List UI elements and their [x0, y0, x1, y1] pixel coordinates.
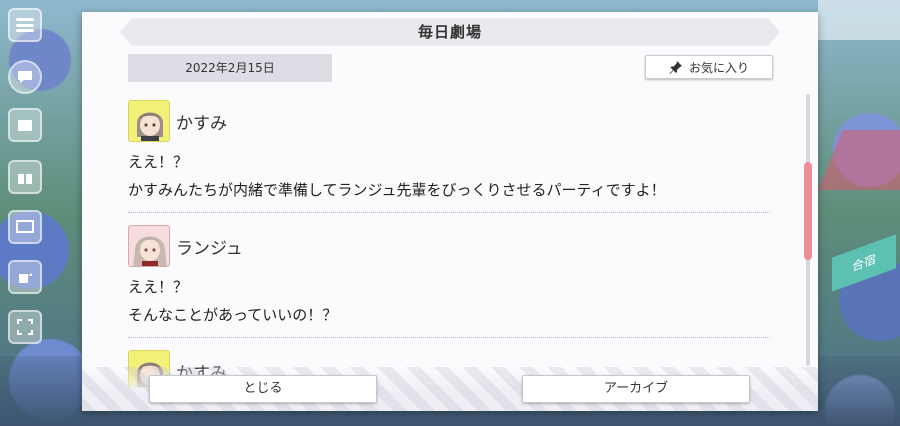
gift-icon[interactable] — [8, 160, 42, 194]
screen-icon[interactable] — [8, 210, 42, 244]
right-label[interactable]: 合宿 — [832, 234, 896, 292]
event-icon[interactable] — [8, 108, 42, 142]
close-button[interactable]: とじる — [149, 375, 377, 403]
archive-button[interactable]: アーカイブ — [522, 375, 750, 403]
dialogue-log[interactable]: かすみ ええ！？ かすみんたちが内緒で準備してランジュ先輩をびっくりさせるパーテ… — [128, 98, 770, 388]
pin-icon — [669, 61, 682, 74]
dialog-title: 毎日劇場 — [417, 23, 482, 41]
speaker-name: ランジュ — [176, 238, 243, 259]
chat-bubble-icon[interactable] — [8, 60, 42, 94]
speaker-row: かすみ — [128, 98, 770, 144]
dialogue-text: ええ！？ そんなことがあっていいの！？ — [128, 269, 770, 335]
dotted-divider — [128, 337, 770, 338]
dialogue-line: ええ！？ — [128, 278, 189, 296]
top-right-panel — [818, 0, 900, 40]
watering-can-icon[interactable] — [8, 260, 42, 294]
ranju-avatar — [128, 225, 170, 267]
kasumi-avatar — [128, 100, 170, 142]
favorite-button[interactable]: お気に入り — [645, 55, 773, 79]
scrollbar-thumb[interactable] — [804, 162, 812, 260]
date-label: 2022年2月15日 — [128, 54, 332, 82]
daily-theater-dialog: 毎日劇場 2022年2月15日 お気に入り かすみ ええ！？ かすみんたちが内緒… — [82, 12, 818, 411]
dialogue-text: ええ！？ かすみんたちが内緒で準備してランジュ先輩をびっくりさせるパーティですよ… — [128, 144, 770, 210]
menu-icon[interactable] — [8, 8, 42, 42]
favorite-label: お気に入り — [688, 60, 749, 75]
fullscreen-icon[interactable] — [8, 310, 42, 344]
dialog-title-bar: 毎日劇場 — [120, 18, 780, 46]
dialogue-line: そんなことがあっていいの！？ — [128, 306, 338, 324]
dialogue-entry: ランジュ ええ！？ そんなことがあっていいの！？ — [128, 223, 770, 338]
right-ribbon — [818, 130, 900, 190]
speaker-row: ランジュ — [128, 223, 770, 269]
dialogue-line: ええ！？ — [128, 153, 189, 171]
dialogue-entry: かすみ ええ！？ かすみんたちが内緒で準備してランジュ先輩をびっくりさせるパーテ… — [128, 98, 770, 213]
dialogue-line: かすみんたちが内緒で準備してランジュ先輩をびっくりさせるパーティですよ！ — [128, 181, 666, 199]
dotted-divider — [128, 212, 770, 213]
speaker-name: かすみ — [176, 113, 227, 134]
